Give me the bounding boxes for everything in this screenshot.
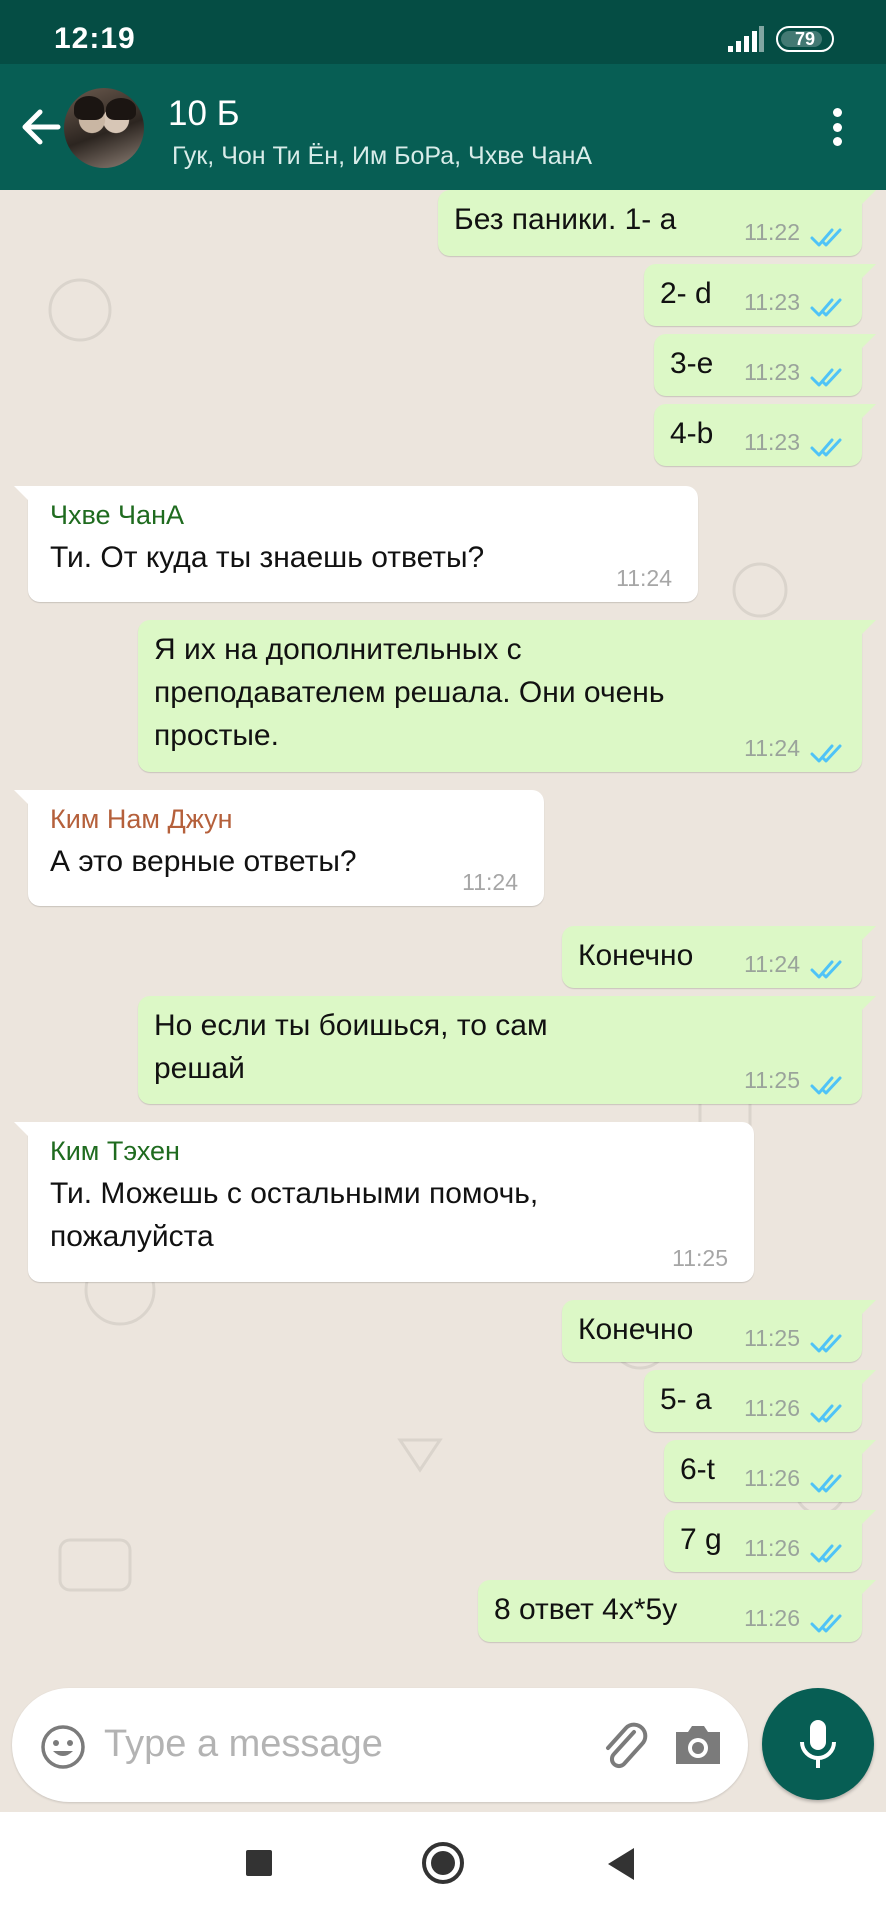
camera-icon[interactable] bbox=[672, 1722, 724, 1768]
message-time: 11:23 bbox=[744, 429, 800, 455]
outgoing-message[interactable]: Я их на дополнительных с преподавателем … bbox=[138, 620, 876, 772]
read-receipt-icon bbox=[810, 292, 844, 317]
outgoing-message[interactable]: Конечно 11:25 bbox=[562, 1300, 876, 1362]
message-sender[interactable]: Ким Нам Джун bbox=[50, 804, 233, 835]
message-time: 11:25 bbox=[744, 1067, 800, 1093]
chat-title[interactable]: 10 Б bbox=[168, 94, 240, 134]
read-receipt-icon bbox=[810, 1328, 844, 1353]
message-text: Ти. От куда ты знаешь ответы? bbox=[50, 541, 485, 574]
message-time: 11:24 bbox=[744, 951, 800, 977]
chat-members[interactable]: Гук, Чон Ти Ён, Им БоРа, Чхве ЧанА bbox=[172, 142, 692, 171]
status-time: 12:19 bbox=[54, 22, 136, 55]
read-receipt-icon bbox=[810, 1070, 844, 1095]
more-vertical-icon[interactable] bbox=[820, 102, 854, 152]
nav-back-icon[interactable] bbox=[608, 1848, 634, 1880]
read-receipt-icon bbox=[810, 222, 844, 247]
status-bar: 12:19 79 bbox=[0, 0, 886, 64]
message-time: 11:22 bbox=[744, 219, 800, 245]
chat-area: Без паники. 1- а 11:22 2- d 11:23 3-e 11:23 4-… bbox=[0, 190, 886, 1676]
battery-icon: 79 bbox=[776, 26, 834, 52]
outgoing-message[interactable]: 6-t 11:26 bbox=[664, 1440, 876, 1502]
message-time: 11:23 bbox=[744, 289, 800, 315]
voice-record-button[interactable] bbox=[762, 1688, 874, 1800]
system-nav-bar bbox=[0, 1812, 886, 1920]
group-avatar[interactable] bbox=[64, 88, 144, 168]
chat-header: 10 Б Гук, Чон Ти Ён, Им БоРа, Чхве ЧанА bbox=[0, 64, 886, 190]
microphone-icon bbox=[800, 1720, 836, 1768]
message-time: 11:25 bbox=[744, 1325, 800, 1351]
recents-icon[interactable] bbox=[246, 1850, 272, 1876]
message-text: Без паники. 1- а bbox=[454, 203, 677, 236]
message-sender[interactable]: Чхве ЧанА bbox=[50, 500, 184, 531]
read-receipt-icon bbox=[810, 1398, 844, 1423]
message-time: 11:26 bbox=[744, 1605, 800, 1631]
outgoing-message[interactable]: Конечно 11:24 bbox=[562, 926, 876, 988]
read-receipt-icon bbox=[810, 362, 844, 387]
message-time: 11:26 bbox=[744, 1465, 800, 1491]
message-time: 11:26 bbox=[744, 1395, 800, 1421]
read-receipt-icon bbox=[810, 1468, 844, 1493]
message-text: 5- а bbox=[660, 1383, 712, 1416]
message-text: 7 g bbox=[680, 1523, 722, 1556]
signal-icon bbox=[728, 26, 764, 52]
message-text: 4-b bbox=[670, 417, 714, 450]
message-input[interactable] bbox=[104, 1716, 554, 1772]
emoji-icon[interactable] bbox=[40, 1724, 86, 1770]
message-time: 11:25 bbox=[672, 1245, 728, 1271]
read-receipt-icon bbox=[810, 954, 844, 979]
message-text: А это верные ответы? bbox=[50, 845, 357, 878]
message-text: 3-e bbox=[670, 347, 714, 380]
message-time: 11:24 bbox=[616, 565, 672, 591]
message-sender[interactable]: Ким Тэхен bbox=[50, 1136, 180, 1167]
incoming-message[interactable]: Ким Нам Джун А это верные ответы? 11:24 bbox=[14, 790, 544, 906]
outgoing-message[interactable]: 7 g 11:26 bbox=[664, 1510, 876, 1572]
read-receipt-icon bbox=[810, 432, 844, 457]
message-time: 11:23 bbox=[744, 359, 800, 385]
outgoing-message[interactable]: 3-e 11:23 bbox=[654, 334, 876, 396]
battery-level: 79 bbox=[794, 29, 816, 49]
outgoing-message[interactable]: Но если ты боишься, то сам решай 11:25 bbox=[138, 996, 876, 1104]
outgoing-message[interactable]: Без паники. 1- а 11:22 bbox=[438, 190, 876, 256]
message-text: Я их на дополнительных с преподавателем … bbox=[154, 633, 665, 752]
message-text: 8 ответ 4x*5y bbox=[494, 1593, 678, 1626]
outgoing-message[interactable]: 4-b 11:23 bbox=[654, 404, 876, 466]
read-receipt-icon bbox=[810, 738, 844, 763]
message-time: 11:24 bbox=[744, 735, 800, 761]
read-receipt-icon bbox=[810, 1538, 844, 1563]
message-text: Конечно bbox=[578, 939, 694, 972]
outgoing-message[interactable]: 2- d 11:23 bbox=[644, 264, 876, 326]
message-text: Ти. Можешь с остальными помочь, пожалуйс… bbox=[50, 1177, 539, 1253]
message-composer bbox=[12, 1688, 748, 1802]
arrow-left-icon[interactable] bbox=[16, 102, 66, 152]
message-text: 2- d bbox=[660, 277, 712, 310]
message-time: 11:24 bbox=[462, 869, 518, 895]
message-text: Конечно bbox=[578, 1313, 694, 1346]
home-icon[interactable] bbox=[422, 1842, 464, 1884]
incoming-message[interactable]: Чхве ЧанА Ти. От куда ты знаешь ответы? 11… bbox=[14, 486, 698, 602]
incoming-message[interactable]: Ким Тэхен Ти. Можешь с остальными помочь,… bbox=[14, 1122, 754, 1282]
message-text: 6-t bbox=[680, 1453, 716, 1486]
message-text: Но если ты боишься, то сам решай bbox=[154, 1009, 548, 1085]
read-receipt-icon bbox=[810, 1608, 844, 1633]
message-time: 11:26 bbox=[744, 1535, 800, 1561]
paperclip-icon[interactable] bbox=[596, 1718, 652, 1774]
outgoing-message[interactable]: 8 ответ 4x*5y 11:26 bbox=[478, 1580, 876, 1642]
outgoing-message[interactable]: 5- а 11:26 bbox=[644, 1370, 876, 1432]
